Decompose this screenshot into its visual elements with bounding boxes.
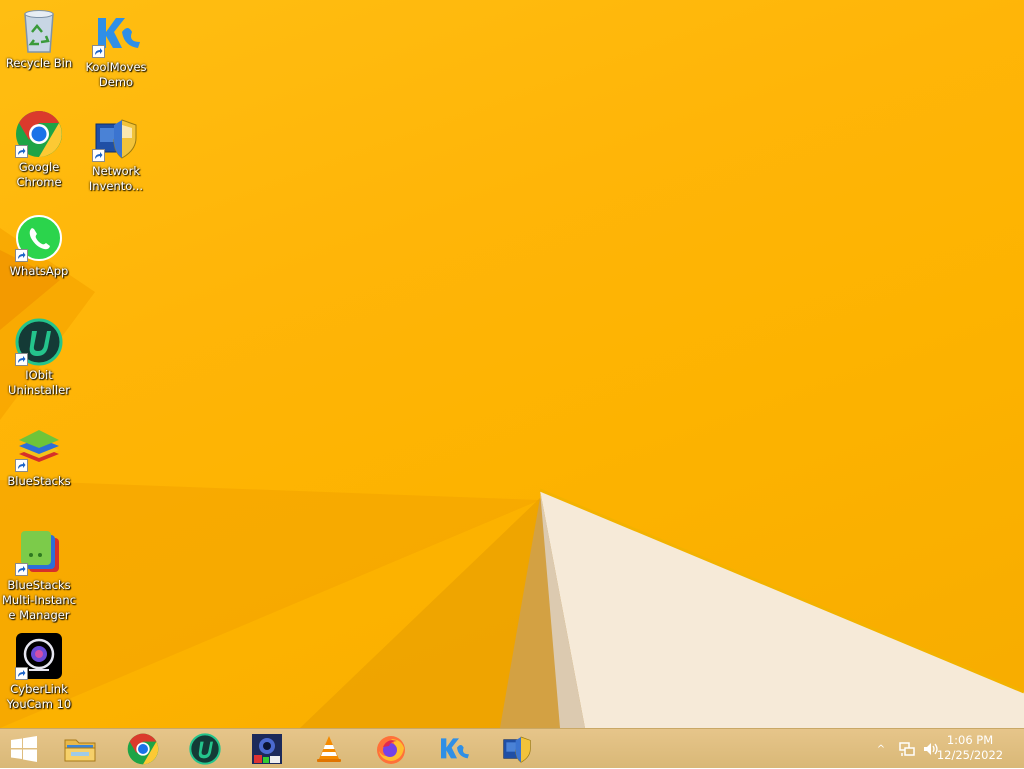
desktop-icon-label: BlueStacks Multi-Instanc e Manager: [1, 578, 77, 622]
desktop-icon-recycle-bin[interactable]: Recycle Bin: [0, 6, 78, 71]
desktop-icon-cyberlink-youcam[interactable]: CyberLink YouCam 10: [0, 632, 78, 712]
desktop-icon-bluestacks[interactable]: BlueStacks: [0, 424, 78, 489]
taskbar-firefox[interactable]: [363, 729, 419, 769]
clock-date: 12/25/2022: [936, 748, 1004, 762]
desktop-icon-label: KoolMoves Demo: [85, 60, 147, 89]
taskbar-network-inventory[interactable]: [489, 729, 545, 769]
taskbar-iobit-uninstaller[interactable]: [177, 729, 233, 769]
desktop-icon-label: Recycle Bin: [5, 56, 73, 70]
koolmoves-icon: [441, 738, 469, 759]
vlc-icon: [317, 736, 341, 762]
desktop-icon-label: IObit Uninstaller: [8, 368, 70, 397]
firefox-icon: [377, 736, 405, 764]
taskbar-koolmoves[interactable]: [425, 729, 481, 769]
desktop-icon-label: Network Invento...: [88, 164, 144, 193]
desktop-icon-koolmoves-demo[interactable]: KoolMoves Demo: [77, 10, 155, 90]
desktop-icon-label: WhatsApp: [9, 264, 69, 278]
shortcut-arrow-icon: [15, 667, 28, 680]
desktop-icon-bluestacks-multi-instance-manager[interactable]: BlueStacks Multi-Instanc e Manager: [0, 528, 78, 623]
shortcut-arrow-icon: [92, 45, 105, 58]
shortcut-arrow-icon: [92, 149, 105, 162]
desktop-icon-label: Google Chrome: [16, 160, 62, 189]
desktop-icon-network-inventory[interactable]: Network Invento...: [77, 114, 155, 194]
shortcut-arrow-icon: [15, 459, 28, 472]
shortcut-arrow-icon: [15, 353, 28, 366]
photo-app-icon: [252, 734, 282, 764]
taskbar-clock[interactable]: 1:06 PM 12/25/2022: [930, 733, 1010, 763]
windows-start-icon: [11, 736, 37, 762]
desktop-icon-google-chrome[interactable]: Google Chrome: [0, 110, 78, 190]
desktop-icon-label: CyberLink YouCam 10: [6, 682, 72, 711]
shortcut-arrow-icon: [15, 563, 28, 576]
chrome-icon: [127, 733, 159, 765]
taskbar-photo-app[interactable]: [239, 729, 295, 769]
desktop-icon-whatsapp[interactable]: WhatsApp: [0, 214, 78, 279]
shortcut-arrow-icon: [15, 249, 28, 262]
taskbar-vlc[interactable]: [301, 729, 357, 769]
start-button[interactable]: [0, 729, 48, 769]
taskbar-chrome[interactable]: [115, 729, 171, 769]
desktop-icon-label: BlueStacks: [7, 474, 71, 488]
clock-time: 1:06 PM: [946, 733, 994, 747]
iobit-uninstaller-icon: [189, 733, 221, 765]
network-inventory-icon: [503, 736, 531, 763]
desktop-icon-iobit-uninstaller[interactable]: IObit Uninstaller: [0, 318, 78, 398]
taskbar-file-explorer[interactable]: [52, 729, 108, 769]
wallpaper: [0, 228, 1024, 728]
desktop: Recycle Bin KoolMoves Demo Google Chrome…: [0, 0, 1024, 728]
recycle-bin-icon: [24, 10, 54, 53]
file-explorer-icon: [64, 739, 96, 762]
network-icon[interactable]: [898, 740, 916, 758]
show-hidden-icons-chevron[interactable]: ^: [872, 744, 890, 755]
shortcut-arrow-icon: [15, 145, 28, 158]
taskbar: ^ 1:06 PM 12/25/2022: [0, 728, 1024, 768]
